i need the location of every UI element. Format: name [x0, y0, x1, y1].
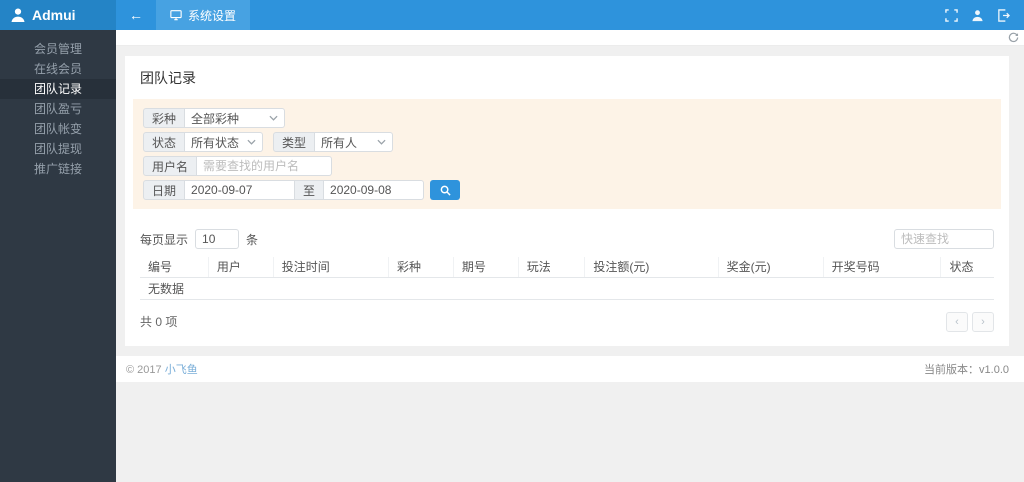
type-select[interactable]: 所有人 [315, 132, 394, 152]
tab-label: 系统设置 [188, 8, 237, 23]
page-size-control: 每页显示 条 [140, 229, 258, 249]
chevron-down-icon [377, 139, 386, 145]
column-header-bet-time: 投注时间 [273, 257, 389, 278]
app-footer: © 2017 小飞鱼 当前版本：v1.0.0 [116, 355, 1024, 382]
column-header-status: 状态 [940, 257, 994, 278]
sidebar: 会员管理 在线会员 团队记录 团队盈亏 团队帐变 团队提现 推广链接 [0, 30, 116, 482]
table-toolbar: 每页显示 条 [125, 229, 1009, 249]
sidebar-item-member-management[interactable]: 会员管理 [0, 39, 116, 59]
sidebar-item-team-records[interactable]: 团队记录 [0, 79, 116, 99]
date-to-label: 至 [295, 180, 325, 200]
chevron-down-icon [269, 115, 278, 121]
version-text: 当前版本：v1.0.0 [924, 363, 1009, 376]
date-filter-group: 日期 至 [143, 180, 461, 200]
total-count: 共 0 项 [140, 315, 178, 329]
date-to-input[interactable] [324, 180, 425, 200]
filter-panel: 彩种 全部彩种 状态 所有状态 类型 所有人 用户名 需要查找的用户名 日期 2… [133, 99, 1001, 209]
topbar-nav: ← 系统设置 [116, 0, 945, 30]
column-header-play: 玩法 [518, 257, 586, 278]
type-filter-group: 类型 所有人 [273, 132, 394, 152]
page-size-input[interactable] [195, 229, 240, 249]
column-header-lottery: 彩种 [388, 257, 454, 278]
app-logo[interactable]: Admui [0, 0, 116, 30]
pagination: ‹ › [946, 311, 994, 332]
topbar-actions [945, 0, 1024, 30]
logout-icon[interactable] [997, 8, 1010, 22]
lottery-label: 彩种 [143, 108, 186, 128]
page-size-suffix: 条 [246, 232, 259, 247]
type-label: 类型 [273, 132, 316, 152]
sidebar-item-team-account-changes[interactable]: 团队帐变 [0, 119, 116, 139]
brand-footer-link[interactable]: 小飞鱼 [165, 364, 198, 376]
person-logo-icon [11, 8, 25, 22]
date-from-input[interactable] [185, 180, 296, 200]
sidebar-item-promotion-link[interactable]: 推广链接 [0, 159, 116, 179]
quick-search-input[interactable] [894, 229, 994, 249]
username-filter-group: 用户名 [143, 156, 333, 176]
username-input[interactable] [197, 156, 333, 176]
tab-tools-strip [116, 30, 1024, 46]
column-header-prize: 奖金(元) [718, 257, 824, 278]
status-label: 状态 [143, 132, 186, 152]
main-content: 团队记录 彩种 全部彩种 状态 所有状态 类型 所有人 用户名 需要查找的用户名… [116, 30, 1024, 482]
team-records-card: 团队记录 彩种 全部彩种 状态 所有状态 类型 所有人 用户名 需要查找的用户名… [125, 56, 1009, 346]
lottery-selected-value: 全部彩种 [191, 111, 240, 126]
copyright-year: © 2017 [126, 363, 162, 376]
search-button[interactable] [430, 180, 461, 200]
table-row: 无数据 [140, 277, 994, 300]
sidebar-item-online-members[interactable]: 在线会员 [0, 59, 116, 79]
next-page-button[interactable]: › [972, 311, 994, 332]
copyright-text: © 2017 小飞鱼 [126, 361, 198, 377]
table-footer: 共 0 项 ‹ › [125, 300, 1009, 332]
status-select[interactable]: 所有状态 [185, 132, 264, 152]
sidebar-item-team-withdrawals[interactable]: 团队提现 [0, 139, 116, 159]
column-header-id: 编号 [140, 257, 209, 278]
refresh-icon[interactable] [1008, 32, 1019, 43]
prev-page-button[interactable]: ‹ [946, 311, 968, 332]
monitor-icon [170, 10, 182, 21]
column-header-bet-amount: 投注额(元) [584, 257, 719, 278]
table-header-row: 编号 用户 投注时间 彩种 期号 玩法 投注额(元) 奖金(元) 开奖号码 状态 [140, 257, 994, 278]
tab-system-settings[interactable]: 系统设置 [156, 0, 251, 30]
type-selected-value: 所有人 [321, 135, 358, 150]
records-table: 编号 用户 投注时间 彩种 期号 玩法 投注额(元) 奖金(元) 开奖号码 状态 [140, 257, 994, 300]
status-selected-value: 所有状态 [191, 135, 240, 150]
chevron-down-icon [247, 139, 256, 145]
column-header-user: 用户 [208, 257, 274, 278]
brand-name: Admui [32, 7, 76, 23]
empty-data-cell: 无数据 [140, 277, 994, 300]
column-header-draw-number: 开奖号码 [823, 257, 942, 278]
chevron-right-icon: › [981, 315, 985, 328]
back-arrow-button[interactable]: ← [116, 0, 156, 30]
username-label: 用户名 [143, 156, 198, 176]
page-title: 团队记录 [140, 70, 196, 86]
page-size-prefix: 每页显示 [140, 232, 189, 247]
topbar: Admui ← 系统设置 [0, 0, 1024, 30]
column-header-issue: 期号 [453, 257, 519, 278]
user-icon[interactable] [971, 9, 984, 22]
chevron-left-icon: ‹ [955, 315, 959, 328]
fullscreen-icon[interactable] [945, 8, 958, 22]
sidebar-item-team-profit-loss[interactable]: 团队盈亏 [0, 99, 116, 119]
lottery-select[interactable]: 全部彩种 [185, 108, 286, 128]
date-label: 日期 [143, 180, 186, 200]
lottery-filter-group: 彩种 全部彩种 [143, 108, 286, 128]
search-icon [440, 185, 451, 196]
background-filler [116, 382, 1024, 482]
status-filter-group: 状态 所有状态 [143, 132, 264, 152]
